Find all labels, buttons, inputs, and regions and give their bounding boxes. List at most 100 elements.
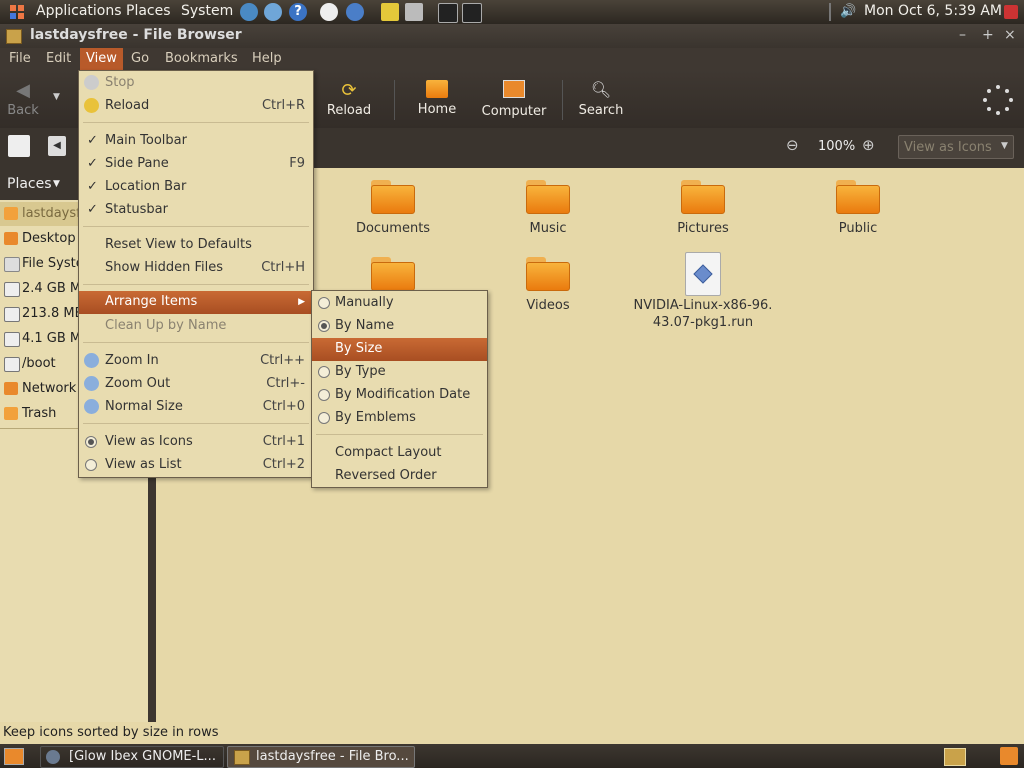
trash-applet-icon[interactable] — [1000, 747, 1018, 765]
file-label-music[interactable]: Music — [478, 221, 618, 236]
menu-item-by-name[interactable]: By Name — [312, 315, 487, 338]
menu-item-statusbar[interactable]: ✓ Statusbar — [79, 199, 313, 222]
videos-folder-icon[interactable] — [526, 257, 570, 291]
menu-item-stop[interactable]: Stop — [79, 72, 313, 95]
menu-item-by-emblems[interactable]: By Emblems — [312, 407, 487, 430]
applications-logo-icon[interactable] — [10, 5, 24, 19]
file-label-documents[interactable]: Documents — [323, 221, 463, 236]
menu-item-show-hidden[interactable]: Show Hidden Files Ctrl+H — [79, 257, 313, 280]
applications-menu[interactable]: Applications — [36, 3, 122, 19]
file-label-public[interactable]: Public — [788, 221, 928, 236]
file-label-pictures[interactable]: Pictures — [633, 221, 773, 236]
taskbar-button-file-browser[interactable]: lastdaysfree - File Bro... — [227, 746, 415, 768]
pictures-folder-icon[interactable] — [681, 180, 725, 214]
menu-bookmarks[interactable]: Bookmarks — [165, 51, 238, 66]
menu-item-normal-size[interactable]: Normal Size Ctrl+0 — [79, 396, 313, 419]
firefox-icon[interactable] — [240, 3, 258, 21]
computer-button[interactable]: Computer — [478, 80, 550, 119]
chevron-down-icon: ▼ — [1001, 141, 1008, 151]
home-button[interactable]: Home — [412, 80, 462, 117]
minimize-button[interactable]: – — [959, 27, 966, 43]
menu-item-compact-layout[interactable]: Compact Layout — [312, 442, 487, 465]
clock[interactable]: Mon Oct 6, 5:39 AM — [864, 3, 1002, 19]
radio-icon — [318, 412, 330, 424]
home-folder-icon — [4, 207, 18, 220]
menu-go[interactable]: Go — [131, 51, 149, 66]
menu-item-by-type[interactable]: By Type — [312, 361, 487, 384]
drive-icon — [4, 357, 20, 372]
menu-item-arrange-items[interactable]: Arrange Items ▶ — [79, 291, 313, 314]
file-label-nvidia[interactable]: NVIDIA-Linux-x86-96. — [633, 298, 773, 313]
radio-icon — [318, 297, 330, 309]
menu-item-reversed-order[interactable]: Reversed Order — [312, 465, 487, 488]
text-editor-icon[interactable] — [381, 3, 399, 21]
desktop-icon — [4, 232, 18, 245]
folder-icon[interactable] — [371, 257, 415, 291]
terminal-icon[interactable] — [438, 3, 458, 23]
reload-button[interactable]: ⟳ Reload — [324, 80, 374, 118]
menu-item-view-list[interactable]: View as List Ctrl+2 — [79, 454, 313, 477]
logout-icon[interactable] — [1004, 5, 1018, 19]
menu-view[interactable]: View — [80, 48, 123, 70]
status-text: Keep icons sorted by size in rows — [3, 725, 219, 740]
zoom-level: 100% — [818, 139, 856, 154]
system-monitor-icon[interactable] — [462, 3, 482, 23]
reload-icon — [84, 98, 99, 113]
script-file-icon[interactable] — [685, 252, 721, 296]
menu-item-reload[interactable]: Reload Ctrl+R — [79, 95, 313, 118]
documents-folder-icon[interactable] — [371, 180, 415, 214]
menu-item-view-icons[interactable]: View as Icons Ctrl+1 — [79, 431, 313, 454]
menu-file[interactable]: File — [9, 51, 31, 66]
places-dropdown[interactable]: Places — [7, 176, 52, 192]
public-folder-icon[interactable] — [836, 180, 880, 214]
view-as-value: View as Icons — [904, 140, 992, 155]
back-history-dropdown[interactable]: ▼ — [53, 92, 60, 102]
top-panel: Applications Places System ? 🔊 Mon Oct 6… — [0, 0, 1024, 24]
workspace-switcher-icon[interactable] — [944, 748, 966, 766]
taskbar-button-browser[interactable]: [Glow Ibex GNOME-L... — [40, 746, 224, 768]
system-menu[interactable]: System — [181, 3, 233, 19]
screenshot-icon[interactable] — [405, 3, 423, 21]
checkmark-icon: ✓ — [87, 156, 98, 171]
zoom-out-icon — [84, 376, 99, 391]
window-menu-icon[interactable] — [6, 29, 22, 44]
path-left-arrow[interactable]: ◀ — [48, 136, 66, 156]
radio-selected-icon — [85, 436, 97, 448]
window-titlebar[interactable]: lastdaysfree - File Browser – + × — [0, 24, 1024, 48]
sidebar-item-label: lastdaysfr — [22, 206, 87, 221]
computer-label: Computer — [481, 104, 547, 119]
edit-location-icon[interactable] — [8, 135, 30, 157]
view-as-select[interactable]: View as Icons ▼ — [898, 135, 1014, 159]
menu-item-by-size[interactable]: By Size — [312, 338, 487, 361]
maximize-button[interactable]: + — [982, 27, 994, 43]
menu-item-reset-view[interactable]: Reset View to Defaults — [79, 234, 313, 257]
volume-icon[interactable]: 🔊 — [840, 4, 856, 19]
menu-item-manually[interactable]: Manually — [312, 292, 487, 315]
file-browser-icon — [234, 750, 250, 765]
menu-item-side-pane[interactable]: ✓ Side Pane F9 — [79, 153, 313, 176]
show-desktop-icon[interactable] — [4, 748, 24, 765]
checkmark-icon: ✓ — [87, 202, 98, 217]
menu-item-zoom-out[interactable]: Zoom Out Ctrl+- — [79, 373, 313, 396]
menu-item-main-toolbar[interactable]: ✓ Main Toolbar — [79, 130, 313, 153]
menu-help[interactable]: Help — [252, 51, 282, 66]
menu-item-zoom-in[interactable]: Zoom In Ctrl++ — [79, 350, 313, 373]
zoom-out-icon[interactable]: ⊖ — [786, 136, 799, 154]
search-button[interactable]: 🔍︎ Search — [574, 80, 628, 118]
sidebar-item-label: /boot — [22, 356, 56, 371]
magnifier-icon[interactable] — [346, 3, 364, 21]
places-menu[interactable]: Places — [126, 3, 171, 19]
music-folder-icon[interactable] — [526, 180, 570, 214]
menu-item-location-bar[interactable]: ✓ Location Bar — [79, 176, 313, 199]
menu-item-by-modification-date[interactable]: By Modification Date — [312, 384, 487, 407]
zoom-in-icon[interactable]: ⊕ — [862, 136, 875, 154]
radio-icon — [85, 459, 97, 471]
close-button[interactable]: × — [1004, 27, 1016, 43]
menu-edit[interactable]: Edit — [46, 51, 71, 66]
file-label-videos[interactable]: Videos — [478, 298, 618, 313]
pidgin-icon[interactable] — [320, 3, 338, 21]
email-icon[interactable] — [264, 3, 282, 21]
back-button[interactable]: ◀ Back — [6, 80, 40, 118]
menu-item-clean-up[interactable]: Clean Up by Name — [79, 315, 313, 338]
help-icon[interactable]: ? — [289, 3, 307, 21]
